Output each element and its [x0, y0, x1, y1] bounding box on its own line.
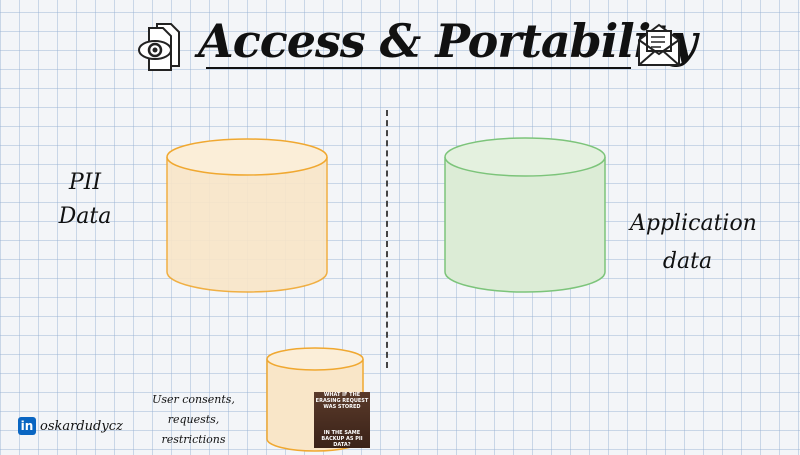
- open-envelope-icon: [638, 23, 680, 66]
- title-underline: [206, 67, 631, 69]
- linkedin-icon: in: [18, 417, 36, 435]
- page-title: Access & Portability: [198, 14, 697, 68]
- pii-database-cylinder: [166, 138, 328, 293]
- meme-image: WHAT IF THE ERASING REQUEST WAS STORED I…: [314, 392, 370, 448]
- linkedin-handle[interactable]: in oskardudycz: [18, 417, 123, 435]
- meme-bottom-text: IN THE SAME BACKUP AS PII DATA?: [321, 430, 363, 448]
- consents-label-line1: User consents, requests,: [152, 393, 235, 426]
- linkedin-handle-text: oskardudycz: [40, 418, 123, 434]
- pii-label-line1: PII: [68, 170, 102, 195]
- consents-label: User consents, requests, restrictions: [126, 390, 261, 450]
- app-label-line1: Application: [630, 211, 757, 236]
- pii-data-label: PII Data: [55, 166, 115, 234]
- eye-document-icon: [138, 23, 180, 71]
- application-data-label: Application data: [630, 205, 757, 281]
- app-label-line2: data: [662, 249, 713, 274]
- application-database-cylinder: [444, 137, 606, 293]
- pii-label-line2: Data: [58, 204, 112, 229]
- dashed-divider: [386, 110, 388, 368]
- meme-top-text: WHAT IF THE ERASING REQUEST WAS STORED: [315, 392, 369, 410]
- consents-label-line2: restrictions: [161, 433, 226, 446]
